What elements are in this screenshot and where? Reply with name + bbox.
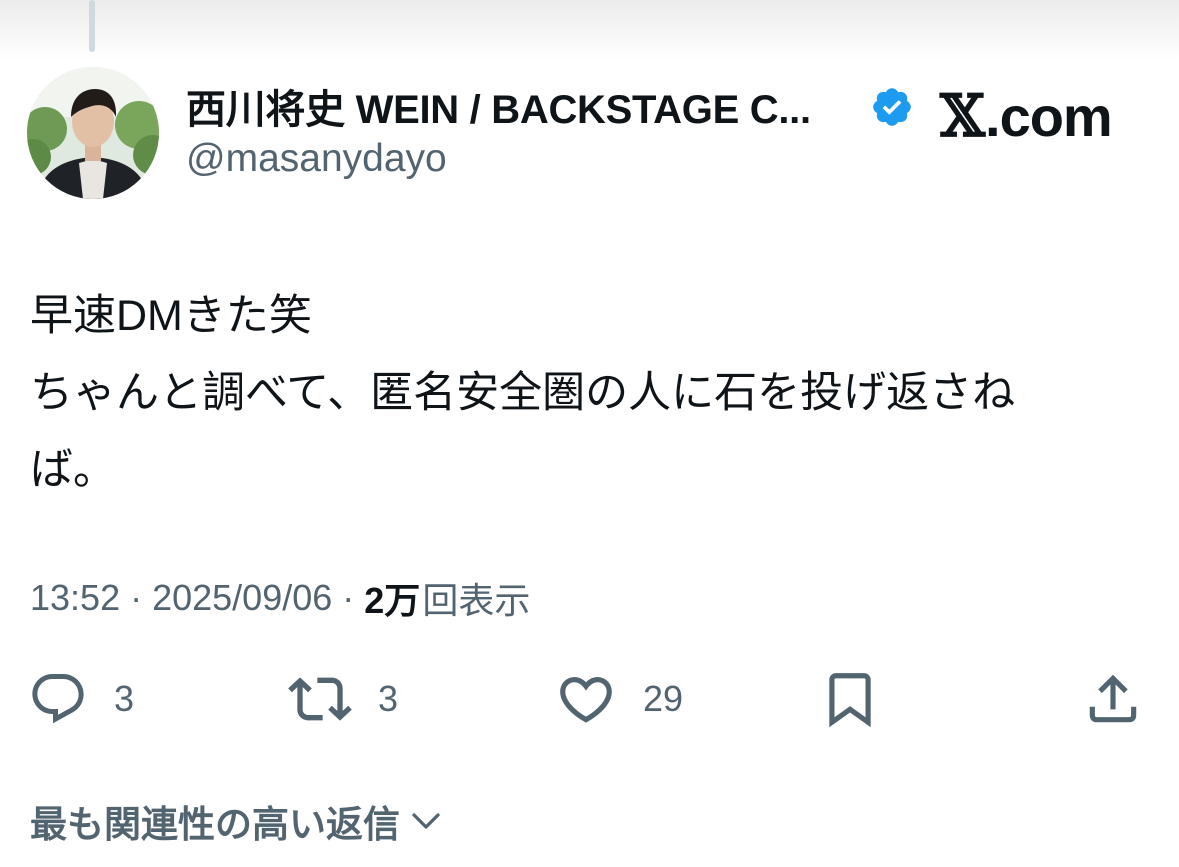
author-display-name[interactable]: 西川将史 WEIN / BACKSTAGE C...	[186, 82, 811, 132]
reply-button[interactable]: 3	[28, 664, 134, 734]
bookmark-icon	[829, 673, 871, 728]
heart-icon	[560, 677, 612, 723]
thread-connector-line	[89, 0, 95, 52]
share-icon	[1089, 674, 1137, 723]
meta-separator: ·	[342, 577, 355, 618]
tweet-meta: 13:52 · 2025/09/06 · 2万 回表示	[30, 574, 530, 622]
x-logo-icon: 𝕏	[940, 82, 985, 150]
tweet-action-bar: 3 3 29	[0, 664, 1179, 734]
tweet-text-line: ちゃんと調べて、匿名安全圏の人に石を投げ返さね	[30, 369, 1016, 417]
verified-badge-icon	[873, 88, 911, 126]
replies-sort-dropdown[interactable]: 最も関連性の高い返信	[30, 796, 444, 846]
meta-separator: ·	[130, 577, 143, 618]
retweet-count: 3	[378, 678, 399, 719]
author-handle[interactable]: @masanydayo	[186, 134, 447, 184]
tweet-time[interactable]: 13:52	[30, 577, 120, 619]
reply-icon	[32, 674, 84, 724]
chevron-down-icon	[412, 813, 440, 829]
tweet-date[interactable]: 2025/09/06	[152, 577, 332, 619]
x-logo-text: .com	[985, 84, 1113, 148]
like-button[interactable]: 29	[555, 664, 683, 734]
tweet-text: 早速DMきた笑 ちゃんと調べて、匿名安全圏の人に石を投げ返さね ば。	[30, 278, 1160, 509]
like-count: 29	[643, 678, 684, 719]
tweet-text-line: 早速DMきた笑	[30, 292, 312, 340]
share-button[interactable]	[1082, 664, 1144, 734]
top-fade	[0, 0, 1179, 60]
retweet-icon	[288, 677, 352, 721]
tweet-text-line: ば。	[30, 446, 116, 494]
views-label[interactable]: 回表示	[422, 572, 530, 624]
retweet-button[interactable]: 3	[288, 664, 398, 734]
bookmark-button[interactable]	[819, 664, 881, 734]
views-count[interactable]: 2万	[364, 572, 420, 624]
reply-count: 3	[114, 678, 135, 719]
replies-sort-label: 最も関連性の高い返信	[30, 804, 400, 845]
x-com-logo: 𝕏 .com	[940, 82, 1113, 150]
avatar[interactable]	[27, 67, 159, 199]
